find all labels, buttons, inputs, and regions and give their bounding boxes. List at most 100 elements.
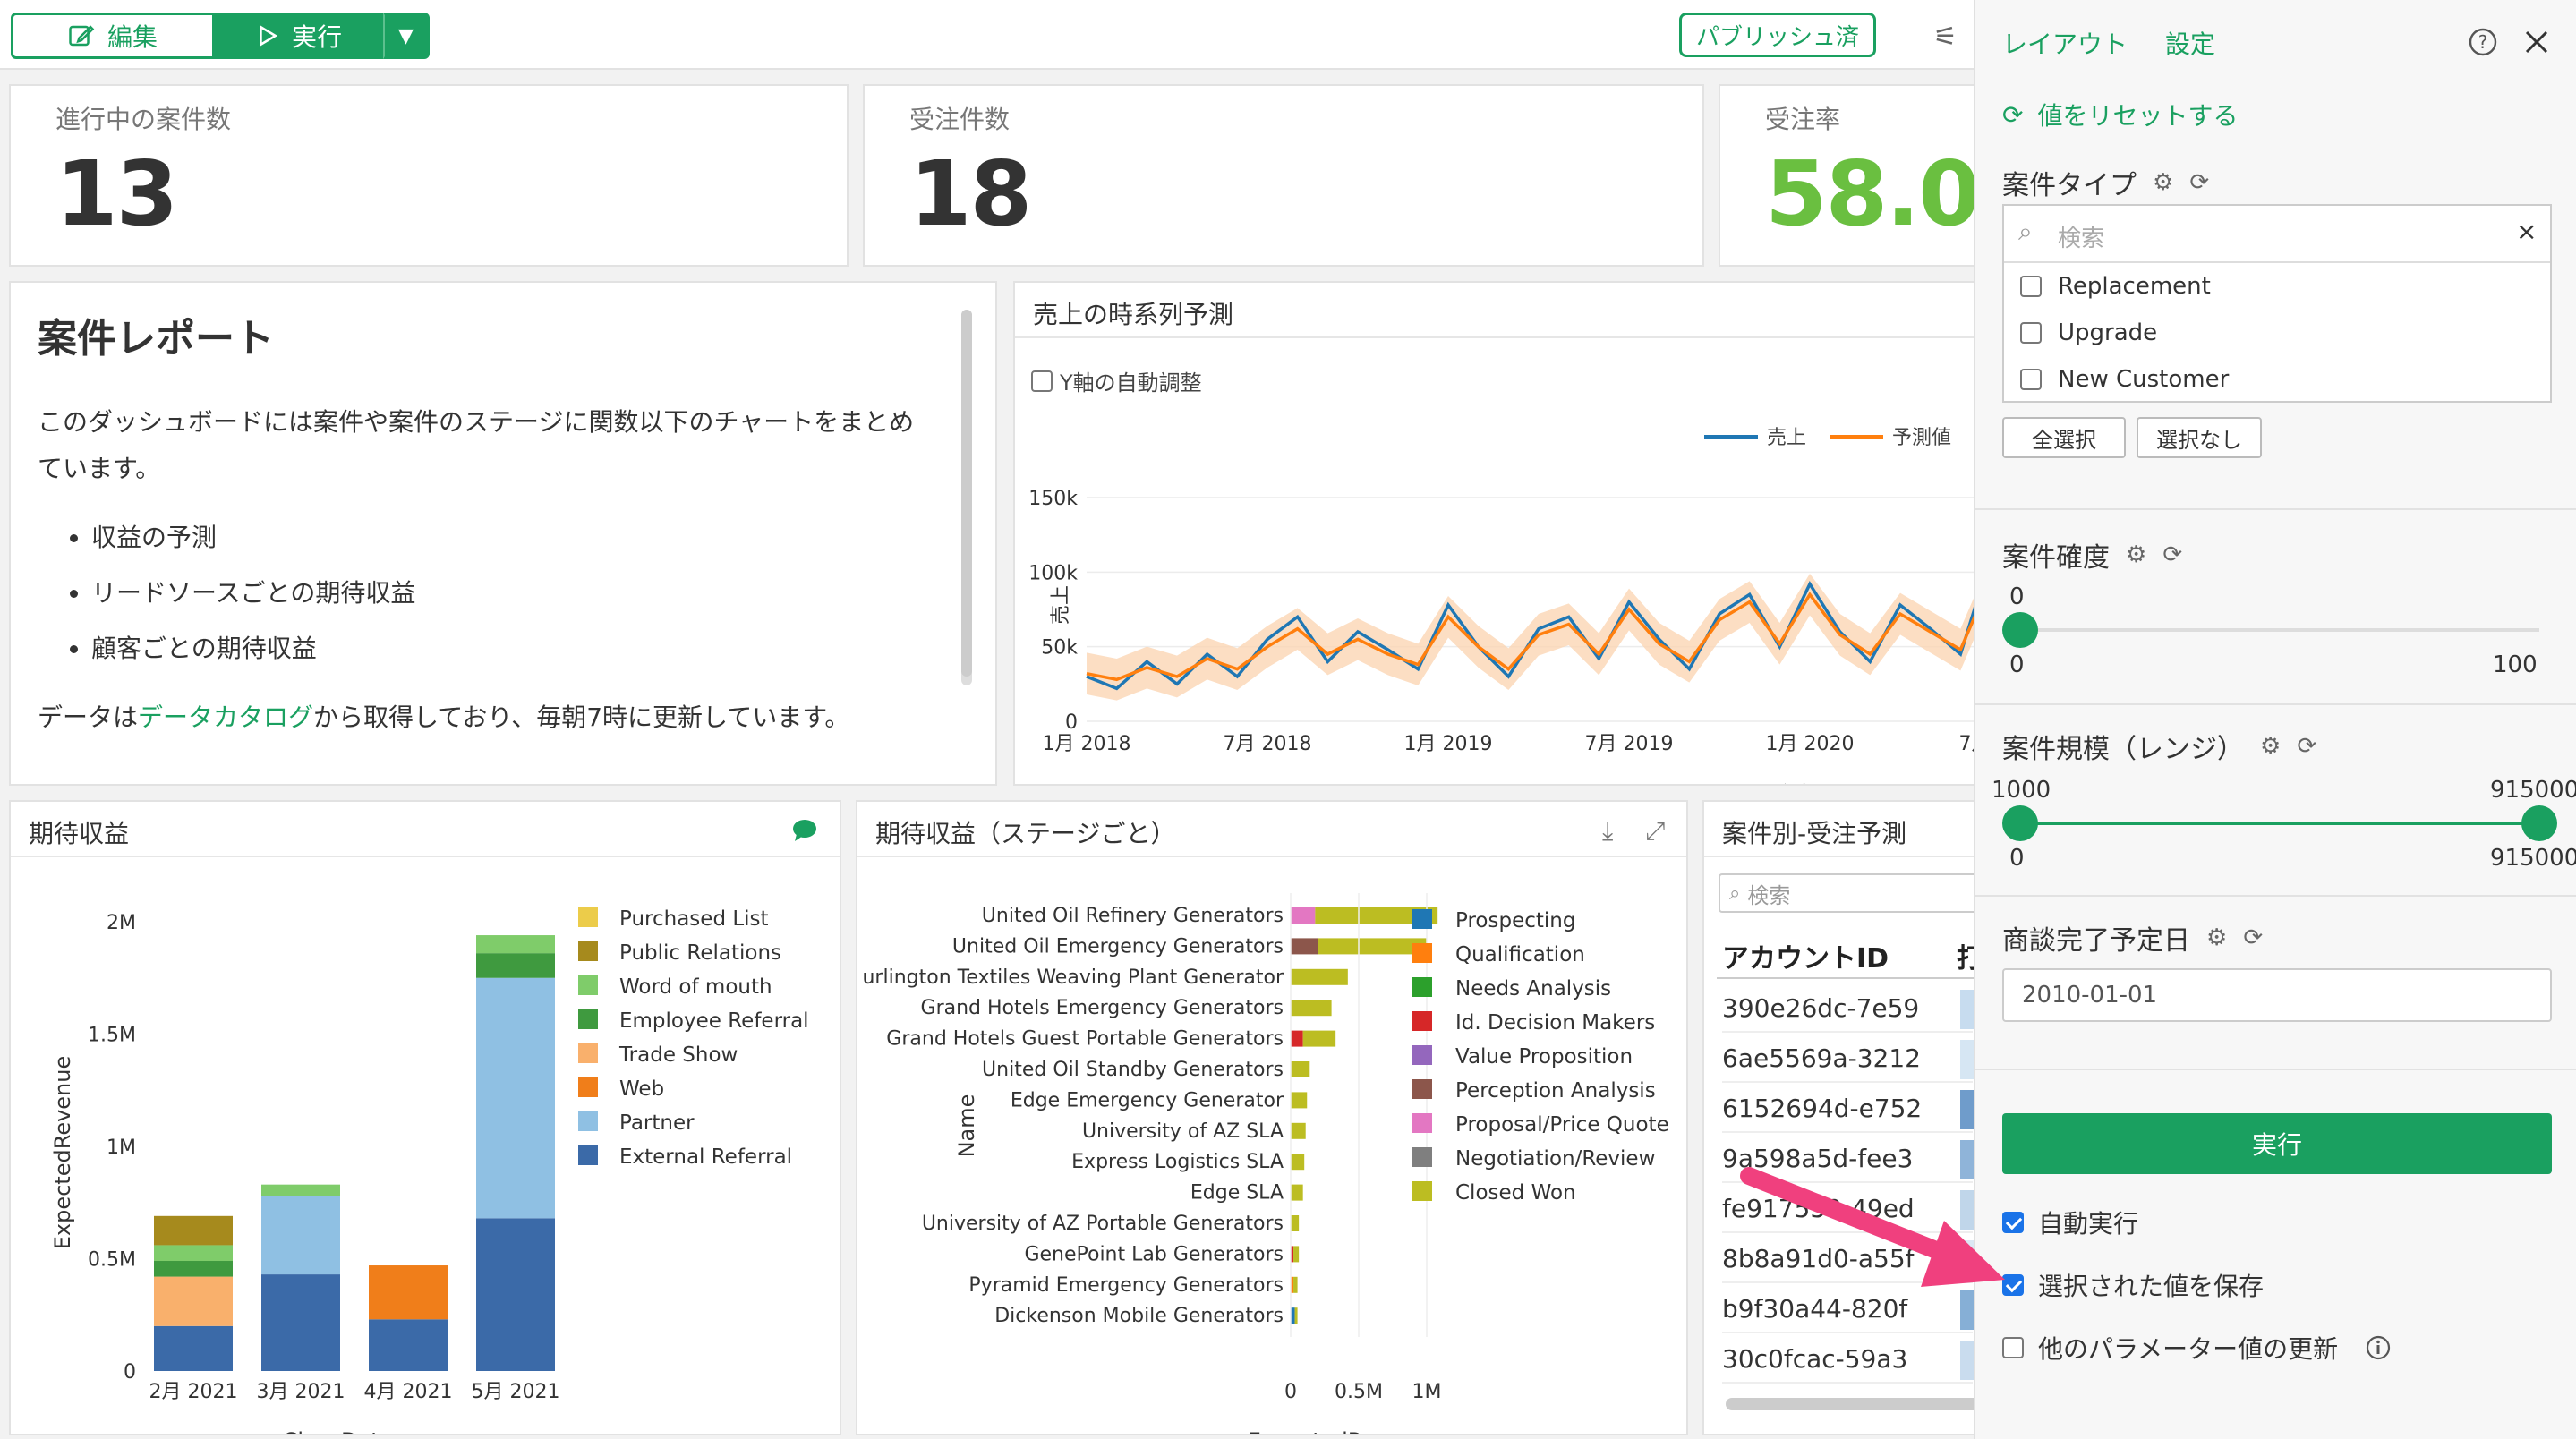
kpi-card-win-rate: 受注率 58.06	[1719, 84, 1974, 267]
probability-slider-track[interactable]	[2020, 628, 2539, 632]
orders-search[interactable]: ⌕ 検索	[1719, 873, 1974, 913]
save-selected-values-label: 選択された値を保存	[2038, 1272, 2265, 1301]
legend-swatch	[578, 1077, 598, 1097]
bar-segment	[261, 1274, 340, 1371]
deal-type-option[interactable]: New Customer	[2004, 356, 2550, 403]
y-tick-label: Dickenson Mobile Generators	[994, 1305, 1284, 1327]
legend-label: Employee Referral	[619, 1009, 809, 1033]
report-footer: データはデータカタログから取得しており、毎朝7時に更新しています。	[38, 694, 933, 741]
legend-label-forecast: 予測値	[1892, 427, 1951, 449]
bar-segment	[476, 977, 555, 1219]
report-bullet: 収益の予測	[91, 510, 933, 566]
sliders-icon[interactable]: ⚟	[1933, 21, 1958, 53]
bar-segment	[154, 1215, 233, 1246]
table-row[interactable]: 390e26dc-7e59	[1722, 984, 1973, 1033]
option-checkbox[interactable]	[2020, 322, 2042, 344]
y-tick-label: 100k	[1028, 562, 1078, 584]
table-row-bar	[1960, 1090, 1974, 1129]
gear-icon[interactable]: ⚙	[2153, 169, 2173, 196]
size-range-high-value: 915000	[2490, 777, 2576, 804]
table-row[interactable]: 6152694d-e752	[1722, 1085, 1973, 1133]
legend-swatch	[1412, 977, 1432, 997]
legend-label: Prospecting	[1455, 909, 1575, 932]
expected-revenue-card: 期待収益 2M 1.5M 1M 0.5M 0 ExpectedRevenue 2月 2021…	[9, 800, 841, 1435]
legend-label: Negotiation/Review	[1455, 1147, 1655, 1171]
bar-segment	[1291, 1215, 1300, 1231]
update-other-parameters-option[interactable]: 他のパラメーター値の更新	[2002, 1330, 2392, 1366]
data-catalog-link[interactable]: データカタログ	[138, 702, 313, 732]
download-icon[interactable]: ⤓	[1602, 816, 1613, 847]
publish-status-button[interactable]: パブリッシュ済	[1679, 13, 1876, 57]
deal-type-option[interactable]: Upgrade	[2004, 310, 2550, 356]
refresh-icon[interactable]: ⟳	[2297, 733, 2316, 760]
close-date-input[interactable]: 2010-01-01	[2002, 968, 2552, 1022]
size-range-low-handle[interactable]	[2002, 805, 2038, 841]
gear-icon[interactable]: ⚙	[2126, 541, 2146, 568]
update-other-parameters-checkbox[interactable]	[2002, 1337, 2024, 1358]
refresh-icon[interactable]: ⟳	[2243, 924, 2263, 951]
bar-segment	[261, 1196, 340, 1275]
bar-segment	[1291, 1000, 1332, 1017]
close-date-label: 商談完了予定日	[2002, 925, 2190, 957]
option-checkbox[interactable]	[2020, 276, 2042, 297]
close-icon[interactable]	[2523, 29, 2550, 55]
bar-segment	[1291, 968, 1348, 985]
column-header-truncated[interactable]: 打	[1957, 936, 1974, 975]
option-checkbox[interactable]	[2020, 369, 2042, 390]
legend-swatch	[1412, 1079, 1432, 1099]
save-selected-values-option[interactable]: 選択された値を保存	[2002, 1267, 2264, 1303]
report-bullets: 収益の予測 リードソースごとの期待収益 顧客ごとの期待収益	[91, 510, 933, 677]
y-tick-label: 1M	[107, 1137, 136, 1159]
y-tick-label: 50k	[1041, 637, 1078, 660]
legend-label: Perception Analysis	[1455, 1079, 1656, 1103]
bar-segment	[1293, 1276, 1298, 1293]
gear-icon[interactable]: ⚙	[2206, 924, 2227, 951]
run-button-label: 実行	[291, 22, 342, 52]
parameter-panel: レイアウト 設定 ? ⟳ 値をリセットする 案件タイプ ⚙ ⟳ ⌕ 検索 × R…	[1974, 0, 2576, 1439]
legend-label: Proposal/Price Quote	[1455, 1113, 1669, 1137]
expected-title: 期待収益	[29, 819, 130, 848]
expand-icon[interactable]: ⤢	[1645, 816, 1665, 847]
report-scrollbar[interactable]	[961, 310, 972, 685]
run-button[interactable]: 実行	[215, 13, 383, 59]
x-axis-label: 注文日	[1772, 782, 1837, 786]
table-row[interactable]: 6ae5569a-3212	[1722, 1035, 1973, 1083]
select-all-button[interactable]: 全選択	[2002, 417, 2126, 458]
tab-layout[interactable]: レイアウト	[2002, 25, 2128, 61]
refresh-icon[interactable]: ⟳	[2162, 541, 2182, 568]
expected-revenue-bar-chart: 2M 1.5M 1M 0.5M 0 ExpectedRevenue 2月 2021 3月 20…	[50, 907, 809, 1434]
info-icon[interactable]	[2365, 1334, 2392, 1361]
comment-icon[interactable]	[791, 818, 818, 843]
select-none-button[interactable]: 選択なし	[2137, 417, 2262, 458]
legend-label: Purchased List	[619, 907, 769, 931]
legend-swatch	[578, 907, 598, 927]
report-title: 案件レポート	[38, 316, 274, 362]
bar-segment	[1291, 1122, 1306, 1139]
table-row[interactable]: 30c0fcac-59a3	[1722, 1335, 1973, 1384]
deal-type-option[interactable]: Replacement	[2004, 263, 2550, 310]
gear-icon[interactable]: ⚙	[2260, 733, 2281, 760]
forecast-line-chart: 売上 予測値 150k 100k 50k 0 売上 1月 2018 7月 2018 1月 2019…	[1028, 427, 1974, 786]
legend-label: External Referral	[619, 1145, 792, 1169]
run-options-dropdown[interactable]: ▼	[383, 13, 430, 59]
help-icon[interactable]: ?	[2468, 27, 2498, 57]
bar-segment	[154, 1276, 233, 1326]
bar-segment	[1291, 1092, 1308, 1109]
size-range-high-handle[interactable]	[2521, 805, 2557, 841]
size-range-slider-track[interactable]	[2020, 822, 2539, 825]
probability-slider-handle[interactable]	[2002, 612, 2038, 648]
size-range-max: 915000	[2490, 845, 2576, 872]
panel-run-button[interactable]: 実行	[2002, 1113, 2552, 1174]
edit-button[interactable]: 編集	[11, 13, 215, 59]
y-axis-label: 売上	[1050, 585, 1072, 625]
reset-values-button[interactable]: ⟳ 値をリセットする	[2002, 97, 2238, 132]
refresh-icon[interactable]: ⟳	[2189, 169, 2209, 196]
orders-horizontal-scrollbar[interactable]	[1726, 1398, 1974, 1410]
tab-settings[interactable]: 設定	[2165, 25, 2215, 61]
y-tick-label: University of AZ Portable Generators	[922, 1213, 1284, 1235]
deal-type-search-input[interactable]: ⌕ 検索 ×	[2004, 206, 2550, 263]
column-header-account-id[interactable]: アカウントID	[1722, 936, 1889, 975]
bar-segment	[1302, 1030, 1336, 1047]
bar-segment	[154, 1261, 233, 1277]
clear-search-icon[interactable]: ×	[2516, 217, 2537, 246]
